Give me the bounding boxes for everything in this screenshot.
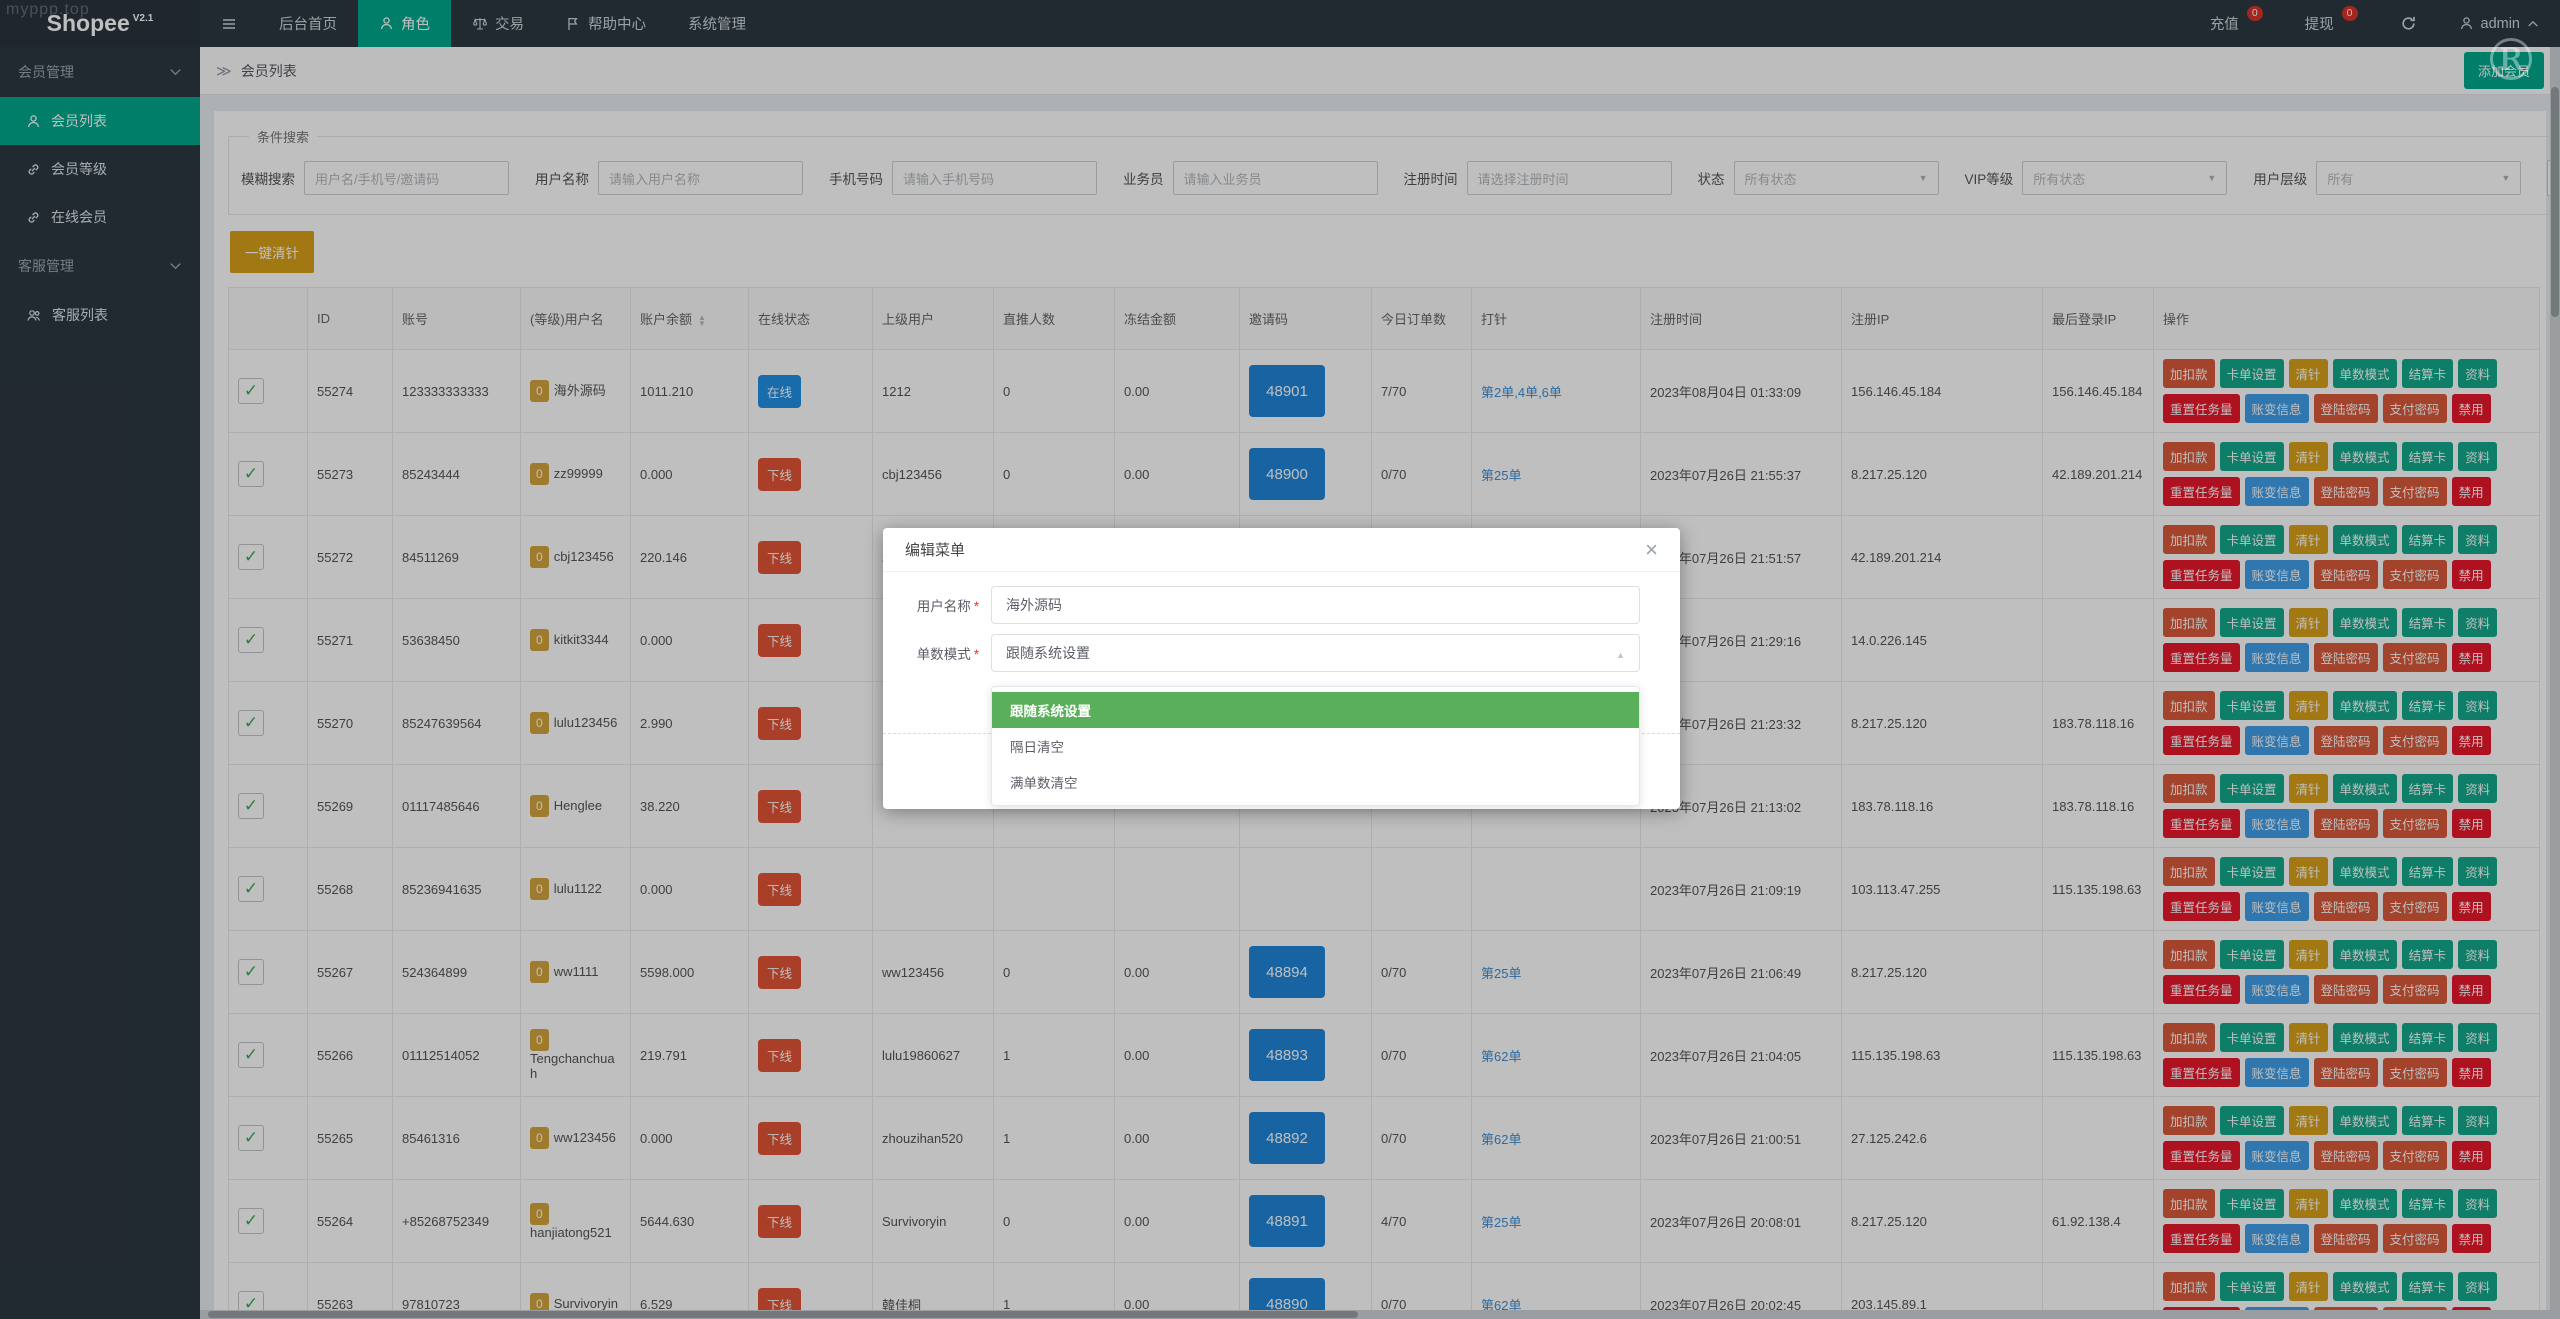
username-field[interactable]: 海外源码 bbox=[991, 586, 1640, 624]
modal-body: 用户名称 * 海外源码 单数模式 * 跟随系统设置 bbox=[883, 572, 1680, 672]
caret-up-icon bbox=[1616, 645, 1625, 661]
order-mode-dropdown: 跟随系统设置 隔日清空 满单数清空 bbox=[991, 686, 1640, 806]
order-mode-value: 跟随系统设置 bbox=[1006, 645, 1090, 661]
edit-menu-modal: 编辑菜单 × 用户名称* 海外源码 单数模式* 跟随系统设置 跟随系统设置 隔日… bbox=[883, 528, 1680, 809]
required-mark: * bbox=[973, 599, 979, 614]
dropdown-option-next-day-clear[interactable]: 隔日清空 bbox=[992, 728, 1639, 764]
dropdown-option-follow-system[interactable]: 跟随系统设置 bbox=[992, 692, 1639, 728]
username-label: 用户名称 * bbox=[916, 599, 979, 614]
modal-title: 编辑菜单 bbox=[905, 542, 966, 559]
modal-header: 编辑菜单 × bbox=[883, 528, 1680, 572]
dropdown-option-full-order-clear[interactable]: 满单数清空 bbox=[992, 764, 1639, 800]
required-mark: * bbox=[973, 647, 979, 662]
username-row: 用户名称 * 海外源码 bbox=[883, 586, 1640, 624]
order-mode-label: 单数模式 * bbox=[916, 647, 979, 662]
order-mode-row: 单数模式 * 跟随系统设置 bbox=[883, 634, 1640, 672]
close-icon[interactable]: × bbox=[1645, 538, 1658, 561]
order-mode-select[interactable]: 跟随系统设置 bbox=[991, 634, 1640, 672]
